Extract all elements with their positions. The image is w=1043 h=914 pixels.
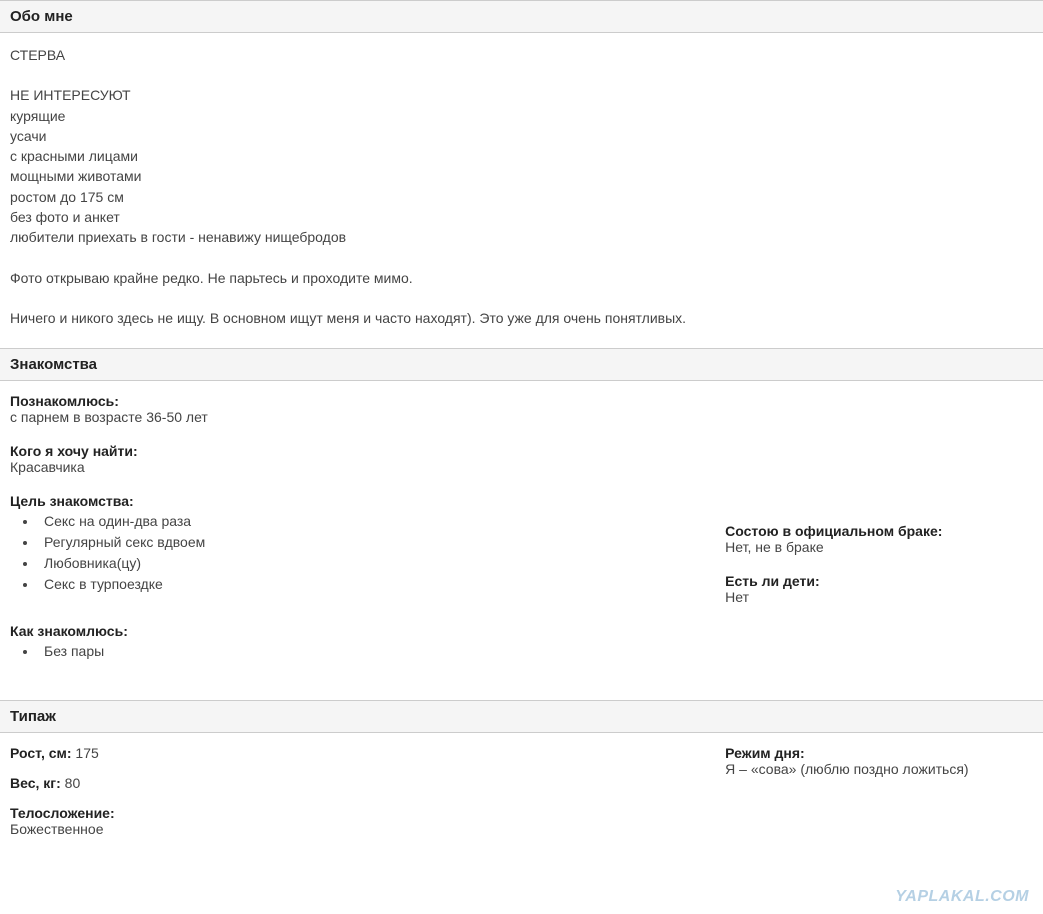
list-item: Без пары [38,641,685,662]
height-label: Рост, см: [10,745,72,761]
purpose-list: Секс на один-два раза Регулярный секс вд… [10,511,685,595]
about-body: СТЕРВА НЕ ИНТЕРЕСУЮТ курящие усачи с кра… [0,33,1043,348]
about-line: усачи [10,126,1033,146]
want-value: Красавчика [10,459,685,475]
regime-field: Режим дня: Я – «сова» (люблю поздно ложи… [725,745,1033,777]
type-body: Рост, см: 175 Вес, кг: 80 Телосложение: … [0,733,1043,871]
regime-value: Я – «сова» (люблю поздно ложиться) [725,761,1033,777]
type-header: Типаж [0,700,1043,733]
dating-header: Знакомства [0,348,1043,381]
list-item: Регулярный секс вдвоем [38,532,685,553]
children-label: Есть ли дети: [725,573,1033,589]
about-line: Ничего и никого здесь не ищу. В основном… [10,308,1033,328]
purpose-field: Цель знакомства: Секс на один-два раза Р… [10,493,685,595]
weight-field: Вес, кг: 80 [10,775,685,791]
about-text: СТЕРВА НЕ ИНТЕРЕСУЮТ курящие усачи с кра… [10,45,1033,328]
meet-value: с парнем в возрасте 36-50 лет [10,409,685,425]
marriage-label: Состою в официальном браке: [725,523,1033,539]
meet-label: Познакомлюсь: [10,393,685,409]
how-list: Без пары [10,641,685,662]
about-line: курящие [10,106,1033,126]
weight-label: Вес, кг: [10,775,61,791]
children-field: Есть ли дети: Нет [725,573,1033,605]
dating-body: Познакомлюсь: с парнем в возрасте 36-50 … [0,381,1043,700]
about-line: без фото и анкет [10,207,1033,227]
want-field: Кого я хочу найти: Красавчика [10,443,685,475]
list-item: Секс в турпоездке [38,574,685,595]
body-value: Божественное [10,821,685,837]
body-label: Телосложение: [10,805,685,821]
meet-field: Познакомлюсь: с парнем в возрасте 36-50 … [10,393,685,425]
watermark: YAPLAKAL.COM [895,888,1029,906]
about-line: с красными лицами [10,146,1033,166]
marriage-field: Состою в официальном браке: Нет, не в бр… [725,523,1033,555]
children-value: Нет [725,589,1033,605]
purpose-label: Цель знакомства: [10,493,685,509]
about-line: НЕ ИНТЕРЕСУЮТ [10,85,1033,105]
about-header: Обо мне [0,0,1043,33]
want-label: Кого я хочу найти: [10,443,685,459]
height-value: 175 [75,745,98,761]
about-line: ростом до 175 см [10,187,1033,207]
type-left-col: Рост, см: 175 Вес, кг: 80 Телосложение: … [10,745,685,851]
height-field: Рост, см: 175 [10,745,685,761]
type-right-col: Режим дня: Я – «сова» (люблю поздно ложи… [725,745,1033,851]
body-field: Телосложение: Божественное [10,805,685,837]
about-line: Фото открываю крайне редко. Не парьтесь … [10,268,1033,288]
marriage-value: Нет, не в браке [725,539,1033,555]
about-line: СТЕРВА [10,45,1033,65]
about-line: любители приехать в гости - ненавижу нищ… [10,227,1033,247]
list-item: Любовника(цу) [38,553,685,574]
weight-value: 80 [65,775,81,791]
how-field: Как знакомлюсь: Без пары [10,623,685,662]
dating-right-col: Состою в официальном браке: Нет, не в бр… [725,393,1033,680]
how-label: Как знакомлюсь: [10,623,685,639]
about-line: мощными животами [10,166,1033,186]
regime-label: Режим дня: [725,745,1033,761]
list-item: Секс на один-два раза [38,511,685,532]
dating-left-col: Познакомлюсь: с парнем в возрасте 36-50 … [10,393,685,680]
